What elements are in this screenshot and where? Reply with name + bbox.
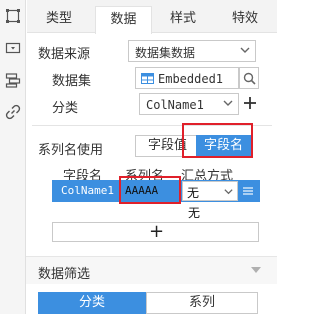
highlight-box <box>119 176 181 204</box>
category-label: 分类 <box>52 101 79 116</box>
dataset-search-button[interactable] <box>239 67 259 89</box>
add-category-icon[interactable] <box>242 95 258 111</box>
dataset-select[interactable]: Embedded1 <box>135 67 239 89</box>
frame-icon[interactable] <box>5 8 21 24</box>
left-toolbar <box>0 0 26 314</box>
tab-effect[interactable]: 特效 <box>219 6 271 33</box>
dropdown-option-none[interactable]: 无 <box>188 204 200 221</box>
property-tabs: 类型 数据 样式 特效 <box>27 0 277 34</box>
data-filter-header[interactable]: 数据筛选 <box>26 256 277 284</box>
add-row-button[interactable]: + <box>52 221 259 242</box>
tab-data[interactable]: 数据 <box>95 6 152 34</box>
table-icon <box>141 73 154 84</box>
dropdown-widget-icon[interactable] <box>5 40 21 56</box>
collapse-arrow-icon <box>251 267 261 273</box>
category-select[interactable]: ColName1 <box>139 93 239 115</box>
row-drag-handle-icon[interactable] <box>241 184 255 198</box>
series-name-use-label: 系列名使用 <box>38 143 104 158</box>
aggregation-value: 无 <box>187 186 200 200</box>
highlight-box <box>182 123 253 158</box>
search-icon <box>243 72 256 85</box>
chevron-down-icon <box>224 189 233 195</box>
layers-icon[interactable] <box>5 72 21 88</box>
dataset-value: Embedded1 <box>158 72 224 86</box>
datasource-label: 数据来源 <box>38 47 91 62</box>
tab-style[interactable]: 样式 <box>157 6 209 33</box>
datasource-value: 数据集数据 <box>135 46 196 60</box>
filter-tab-category[interactable]: 分类 <box>38 292 146 314</box>
datasource-select[interactable]: 数据集数据 <box>128 40 256 62</box>
data-filter-title: 数据筛选 <box>38 267 91 282</box>
tab-type[interactable]: 类型 <box>33 6 85 33</box>
category-value: ColName1 <box>146 98 204 112</box>
chevron-down-icon <box>240 47 250 53</box>
aggregation-select[interactable]: 无 <box>182 181 238 201</box>
plus-icon: + <box>149 221 165 242</box>
filter-tab-series[interactable]: 系列 <box>146 292 258 314</box>
dataset-label: 数据集 <box>52 74 92 89</box>
link-icon[interactable] <box>5 104 21 120</box>
row-field-name: ColName1 <box>61 184 114 197</box>
chevron-down-icon <box>223 100 233 106</box>
